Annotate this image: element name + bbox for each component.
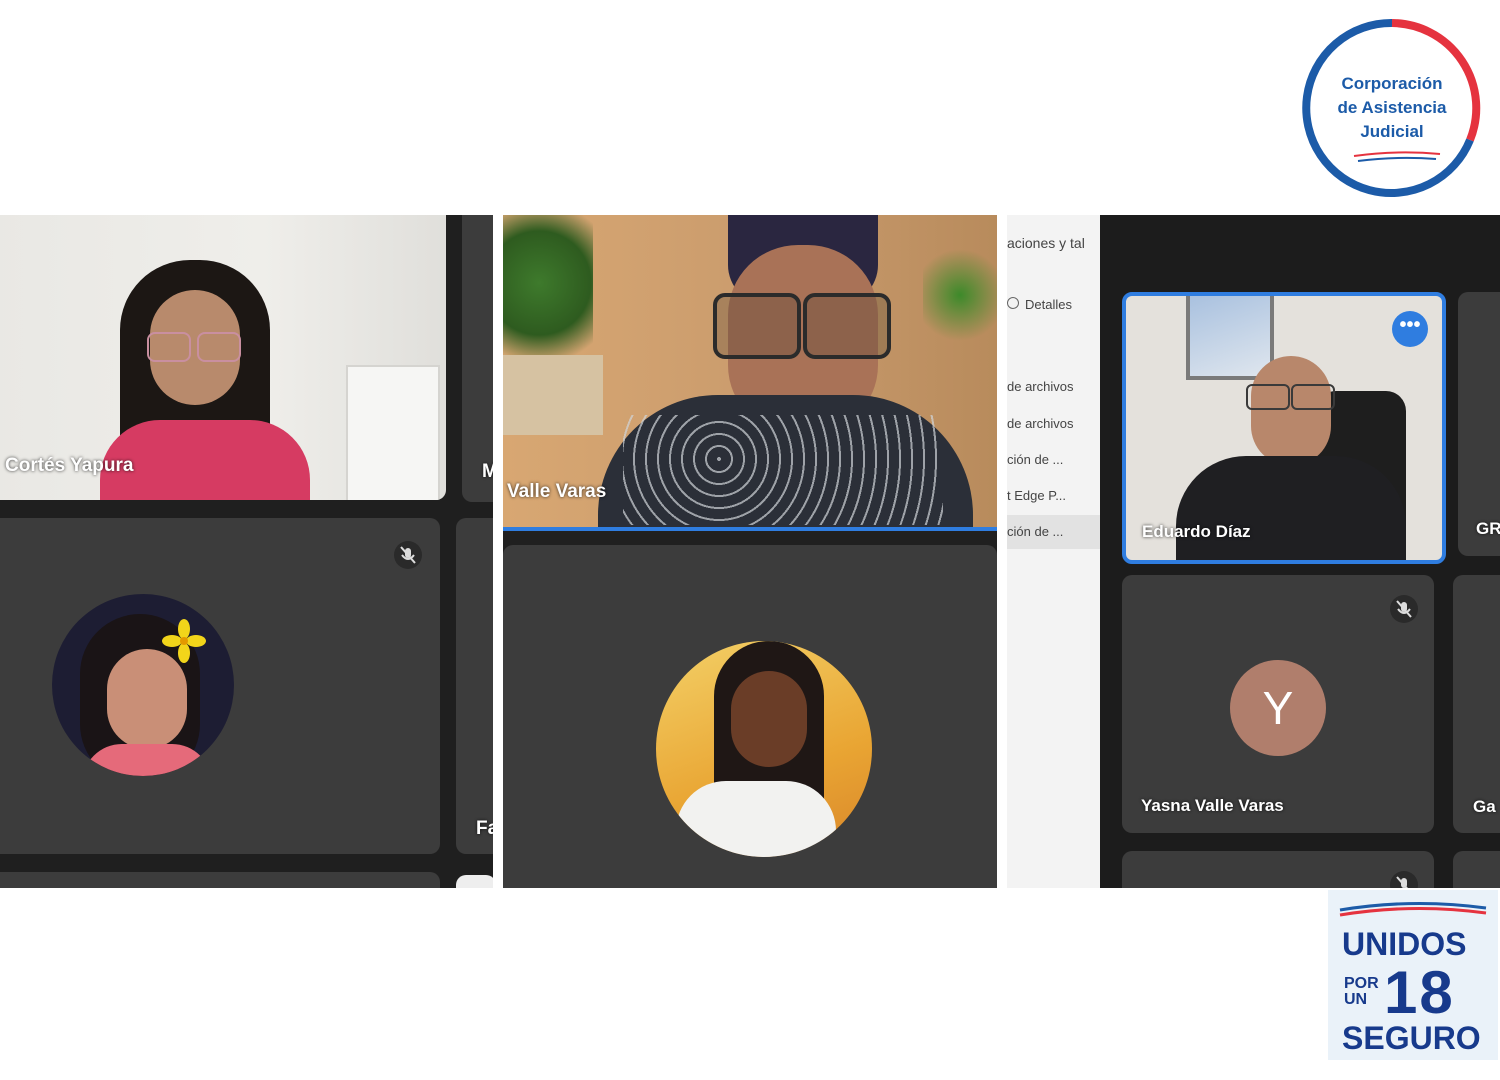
unidos-word: UNIDOS: [1342, 926, 1467, 962]
wall-frame: [346, 365, 440, 500]
participant-name: Valle Varas: [507, 481, 607, 502]
video-tile-valle-varas[interactable]: Valle Varas: [503, 215, 997, 531]
seguro-word: SEGURO: [1342, 1020, 1481, 1056]
meeting-screenshot-3: aciones y tal Detalles de archivos de ar…: [1007, 215, 1500, 888]
participant-name: Fa: [476, 818, 493, 839]
flag-stripes: [1339, 901, 1487, 917]
side-item[interactable]: de archivos: [1007, 379, 1073, 394]
participant-name: GR: [1476, 519, 1500, 538]
caj-logo-line3: Judicial: [1360, 122, 1424, 141]
caj-logo-line2: de Asistencia: [1337, 98, 1447, 117]
avatar-letter: Y: [1262, 682, 1294, 734]
side-item[interactable]: aciones y tal: [1007, 235, 1085, 251]
side-item[interactable]: ción de ...: [1007, 452, 1063, 467]
teams-side-panel: aciones y tal Detalles de archivos de ar…: [1007, 215, 1100, 888]
video-tile-partial-right[interactable]: GR: [1458, 292, 1500, 556]
mic-muted-icon: [1390, 595, 1418, 623]
video-tile-eduardo-diaz[interactable]: ••• Eduardo Díaz: [1122, 292, 1446, 564]
video-tile-cortes-yapura[interactable]: Cortés Yapura: [0, 215, 446, 500]
caj-logo: Corporación de Asistencia Judicial: [1302, 18, 1482, 198]
side-item-details[interactable]: Detalles: [1007, 297, 1072, 312]
participant-initial-avatar: Y: [1230, 660, 1326, 756]
unidos-por-un-18-seguro-logo: UNIDOS POR UN 18 SEGURO: [1328, 890, 1498, 1060]
avatar-tile-yasna[interactable]: Y Yasna Valle Varas: [1122, 575, 1434, 833]
participant-name: Cortés Yapura: [5, 455, 134, 476]
participant-name: Eduardo Díaz: [1142, 522, 1251, 541]
tile-partial-bottom-right: [1453, 851, 1500, 888]
caj-logo-line1: Corporación: [1341, 74, 1443, 93]
participant-avatar-photo: [52, 594, 234, 776]
video-tile-partial-right-2[interactable]: Ga: [1453, 575, 1500, 833]
more-options-button[interactable]: •••: [1392, 311, 1428, 347]
participant-name: Ga: [1473, 797, 1496, 816]
mic-muted-icon: [394, 541, 422, 569]
eighteen-number: 18: [1384, 959, 1455, 1026]
video-tile-partial-bottom-right[interactable]: Fa: [456, 518, 493, 854]
un-word: UN: [1344, 991, 1368, 1008]
avatar-tile[interactable]: [0, 518, 440, 854]
side-item[interactable]: t Edge P...: [1007, 488, 1066, 503]
tile-partial-bottom-light: [456, 875, 493, 888]
more-options-icon: •••: [1399, 314, 1421, 336]
avatar-tile[interactable]: [503, 545, 997, 888]
video-tile-partial-right[interactable]: M: [462, 215, 493, 502]
avatar-tile-partial-bottom[interactable]: [1122, 851, 1434, 888]
participant-name: Yasna Valle Varas: [1141, 796, 1284, 815]
side-item-label: Detalles: [1025, 297, 1072, 312]
meeting-screenshot-2: Valle Varas: [503, 215, 997, 888]
participant-video: [583, 215, 973, 527]
meeting-screenshot-1: Cortés Yapura M Fa: [0, 215, 493, 888]
participant-name: M: [482, 461, 493, 482]
tile-partial-bottom: [0, 872, 440, 888]
side-item-selected[interactable]: ción de ...: [1007, 515, 1100, 549]
mic-muted-icon: [1390, 871, 1418, 888]
side-item[interactable]: de archivos: [1007, 416, 1073, 431]
info-icon: [1007, 297, 1019, 309]
flower-icon: [162, 619, 206, 663]
participant-avatar-photo: [656, 641, 872, 857]
